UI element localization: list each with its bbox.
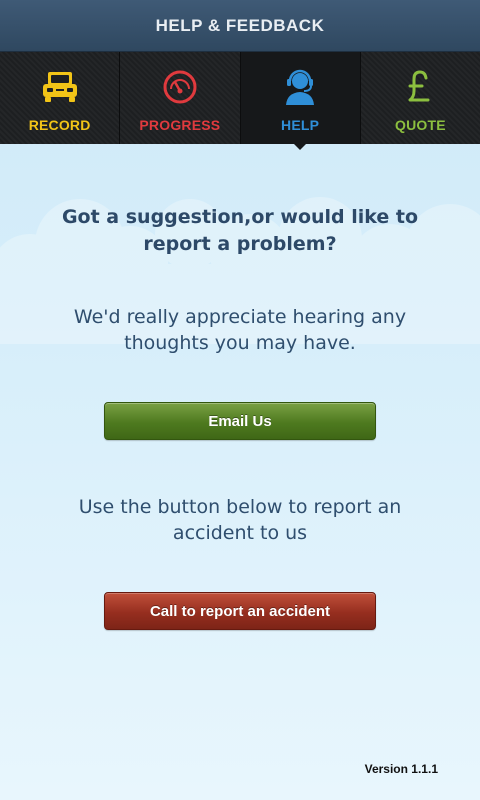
tab-label-help: HELP: [281, 117, 320, 133]
car-icon: [42, 72, 77, 102]
tab-progress[interactable]: PROGRESS: [120, 52, 241, 144]
email-us-button[interactable]: Email Us: [104, 402, 376, 440]
support-agent-icon: [286, 69, 315, 105]
suggestion-heading: Got a suggestion,or would like to report…: [61, 206, 419, 255]
feedback-intro-text: We'd really appreciate hearing any thoug…: [73, 306, 407, 354]
speedometer-icon: [163, 70, 197, 104]
tab-help[interactable]: HELP: [240, 52, 361, 144]
call-report-accident-button[interactable]: Call to report an accident: [104, 592, 376, 630]
tab-label-progress: PROGRESS: [139, 117, 221, 133]
accident-report-text: Use the button below to report an accide…: [78, 496, 402, 544]
tab-label-quote: QUOTE: [394, 117, 446, 133]
tab-record[interactable]: RECORD: [0, 52, 121, 144]
title-bar: HELP & FEEDBACK: [0, 0, 480, 52]
tab-quote[interactable]: QUOTE: [360, 52, 480, 144]
tab-label-record: RECORD: [28, 117, 91, 133]
pound-icon: [408, 70, 430, 102]
tab-bar: RECORD PROGRESS HELP QUOTE: [0, 52, 480, 144]
version-label: Version 1.1.1: [364, 762, 438, 776]
page-title: HELP & FEEDBACK: [155, 15, 325, 35]
